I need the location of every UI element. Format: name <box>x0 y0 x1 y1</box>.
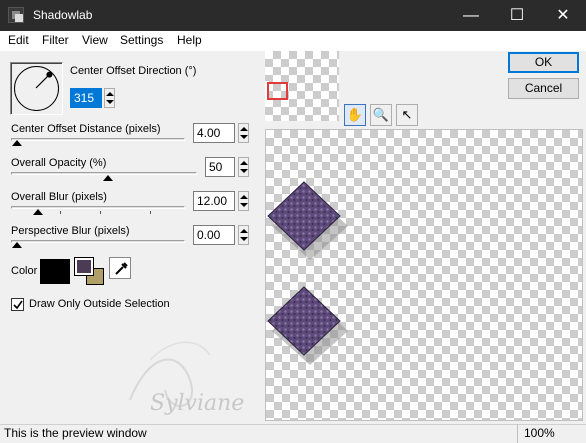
opacity-thumb[interactable] <box>103 175 113 181</box>
blur-tick <box>100 211 101 214</box>
offset-distance-input[interactable]: 4.00 <box>193 123 235 143</box>
magnifier-icon: 🔍 <box>372 107 390 122</box>
blur-input[interactable]: 12.00 <box>193 191 235 211</box>
eyedropper-button[interactable] <box>109 257 131 279</box>
perspective-blur-thumb[interactable] <box>12 242 22 248</box>
dial-pointer-icon <box>35 71 53 89</box>
perspective-blur-input[interactable]: 0.00 <box>193 225 235 245</box>
perspective-blur-spinner[interactable] <box>238 225 249 245</box>
cancel-button[interactable]: Cancel <box>508 78 579 99</box>
zoom-tool-button[interactable]: 🔍 <box>370 104 392 126</box>
direction-dial[interactable] <box>10 62 63 115</box>
pan-tool-button[interactable]: ✋ <box>344 104 366 126</box>
app-icon <box>8 7 24 23</box>
offset-distance-track[interactable] <box>11 138 185 141</box>
eyedropper-icon <box>115 262 128 275</box>
window-title: Shadowlab <box>33 8 93 22</box>
status-text: This is the preview window <box>4 426 147 440</box>
shadow-color-swatch[interactable] <box>40 259 70 284</box>
offset-distance-spinner[interactable] <box>238 123 249 143</box>
menu-filter[interactable]: Filter <box>42 33 69 47</box>
opacity-label: Overall Opacity (%) <box>11 157 107 169</box>
opacity-spinner[interactable] <box>238 157 249 177</box>
menu-edit[interactable]: Edit <box>8 33 29 47</box>
opacity-input[interactable]: 50 <box>205 157 235 177</box>
menu-view[interactable]: View <box>82 33 108 47</box>
direction-input[interactable]: 315 <box>70 88 102 108</box>
direction-label: Center Offset Direction (°) <box>70 65 197 77</box>
blur-tick <box>60 211 61 214</box>
blur-label: Overall Blur (pixels) <box>11 191 107 203</box>
close-button[interactable]: ✕ <box>540 0 586 31</box>
offset-distance-label: Center Offset Distance (pixels) <box>11 123 161 135</box>
maximize-button[interactable]: ☐ <box>494 0 540 31</box>
preview-window[interactable] <box>265 129 583 421</box>
ok-button[interactable]: OK <box>508 52 579 73</box>
color-label: Color <box>11 265 38 277</box>
arrow-icon: ↖ <box>401 107 413 122</box>
direction-spinner[interactable] <box>104 88 115 108</box>
minimize-button[interactable]: — <box>448 0 494 31</box>
menu-help[interactable]: Help <box>177 33 202 47</box>
viewport-rectangle[interactable] <box>267 82 288 100</box>
blur-tick <box>150 211 151 214</box>
checkmark-icon <box>13 300 23 310</box>
perspective-blur-track[interactable] <box>11 240 185 243</box>
blur-thumb[interactable] <box>33 209 43 215</box>
select-tool-button[interactable]: ↖ <box>396 104 418 126</box>
draw-outside-label: Draw Only Outside Selection <box>29 298 170 310</box>
offset-distance-thumb[interactable] <box>12 140 22 146</box>
blur-spinner[interactable] <box>238 191 249 211</box>
hand-icon: ✋ <box>346 107 364 122</box>
zoom-level: 100% <box>517 424 567 443</box>
foreground-color-swatch[interactable] <box>74 257 94 276</box>
draw-outside-checkbox[interactable] <box>11 298 24 311</box>
perspective-blur-label: Perspective Blur (pixels) <box>11 225 130 237</box>
menu-settings[interactable]: Settings <box>120 33 163 47</box>
